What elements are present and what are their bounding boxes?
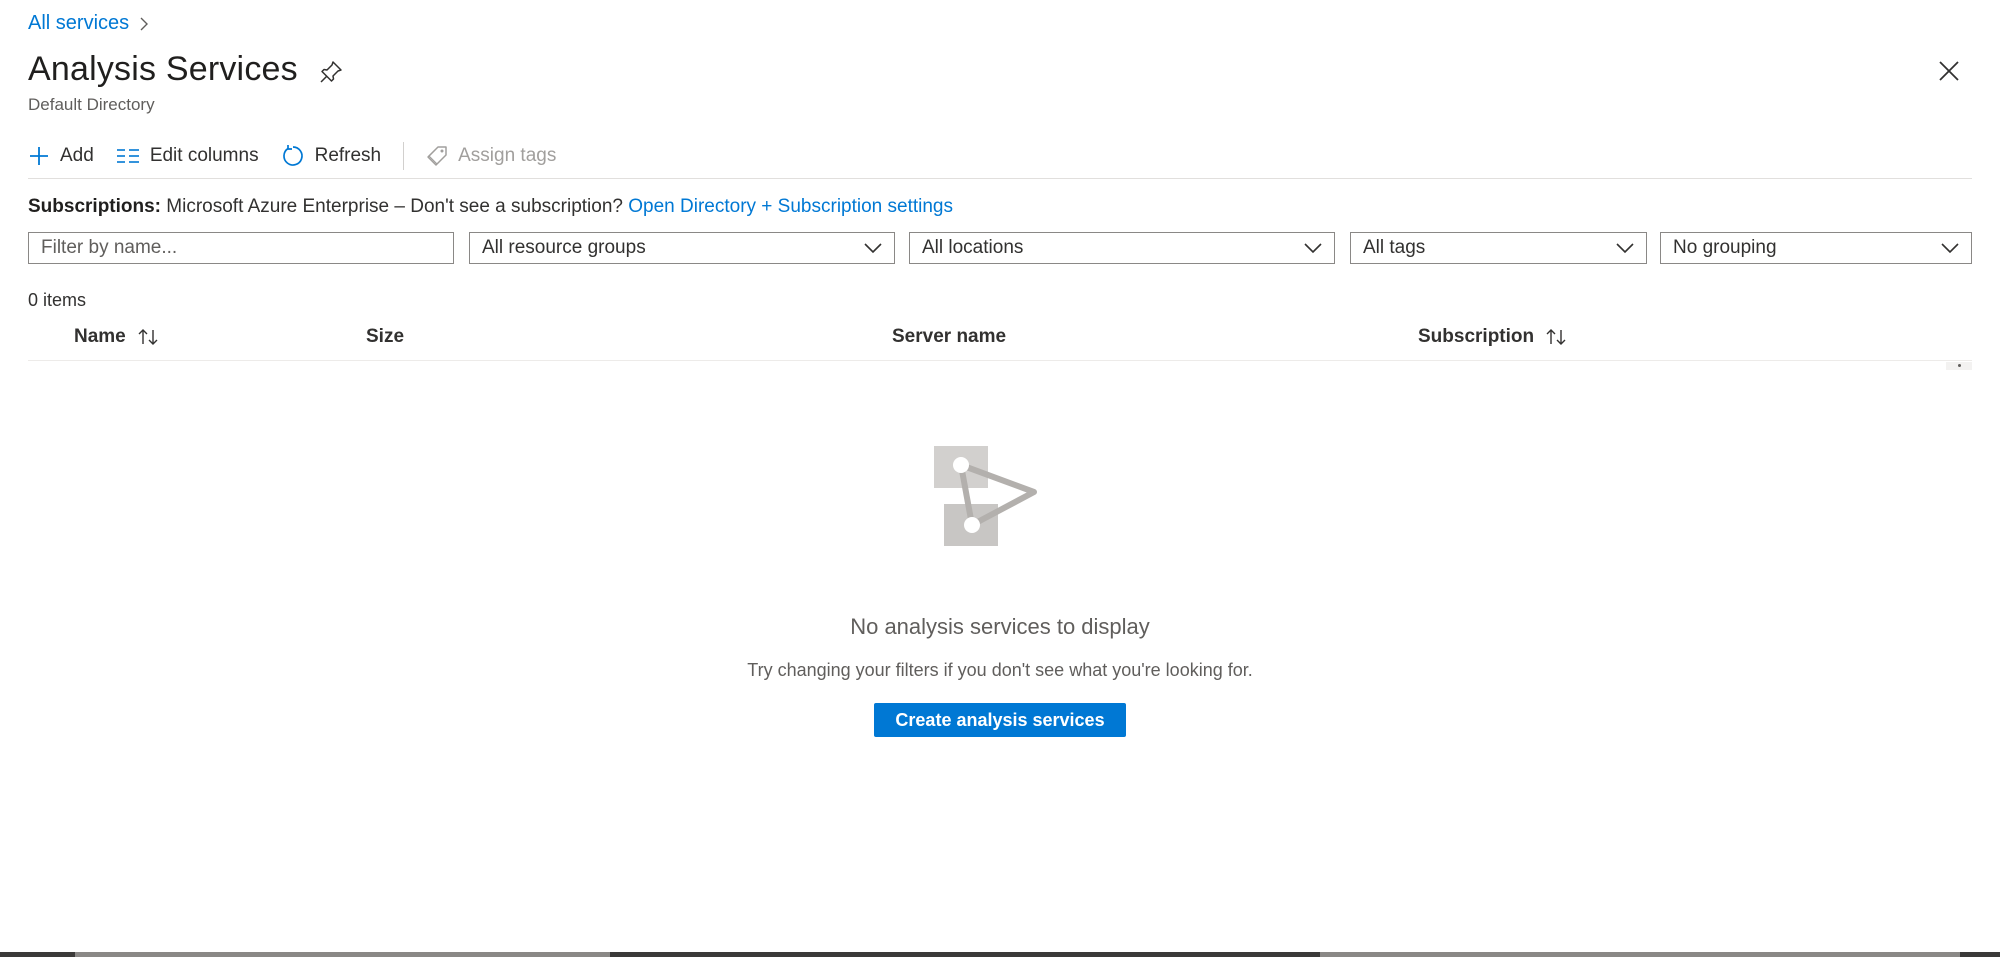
- column-header-server-name-label: Server name: [892, 326, 1007, 347]
- grouping-dropdown[interactable]: No grouping: [1660, 232, 1972, 264]
- edit-columns-button-label: Edit columns: [149, 145, 259, 166]
- add-button[interactable]: Add: [28, 138, 94, 174]
- toolbar-divider-line: [28, 178, 1972, 179]
- filters-bar: Filter by name... All resource groups Al…: [0, 232, 2000, 266]
- chevron-right-icon: [140, 17, 149, 30]
- chevron-down-icon: [864, 243, 882, 254]
- page-subtitle: Default Directory: [28, 95, 155, 114]
- taskbar-segment: [75, 952, 610, 957]
- chevron-down-icon: [1304, 243, 1322, 254]
- chevron-down-icon: [1941, 243, 1959, 254]
- edit-columns-button[interactable]: Edit columns: [116, 138, 259, 174]
- subscriptions-label: Subscriptions:: [28, 196, 162, 217]
- subscriptions-bar: Subscriptions: Microsoft Azure Enterpris…: [28, 196, 953, 218]
- breadcrumb-all-services-link[interactable]: All services: [28, 12, 129, 35]
- resource-groups-dropdown[interactable]: All resource groups: [469, 232, 895, 264]
- locations-dropdown[interactable]: All locations: [909, 232, 1335, 264]
- column-header-size-label: Size: [366, 326, 405, 347]
- pin-icon[interactable]: [318, 59, 344, 85]
- grouping-value: No grouping: [1673, 237, 1777, 258]
- filter-by-name-placeholder: Filter by name...: [41, 237, 178, 258]
- add-button-label: Add: [60, 145, 94, 166]
- analysis-services-empty-icon: [934, 446, 1037, 546]
- tags-value: All tags: [1363, 237, 1426, 258]
- toolbar-divider: [403, 142, 405, 170]
- refresh-icon: [282, 145, 303, 166]
- assign-tags-button-label: Assign tags: [458, 145, 557, 166]
- chevron-down-icon: [1616, 243, 1634, 254]
- sort-icon: [1546, 329, 1566, 345]
- column-header-name-label: Name: [74, 326, 126, 347]
- close-icon[interactable]: [1936, 58, 1962, 84]
- column-header-subscription-label: Subscription: [1418, 326, 1535, 347]
- taskbar-segment: [1320, 952, 1960, 957]
- breadcrumb: All services: [28, 12, 149, 35]
- table-header: Name Size Server name Subscription: [28, 322, 1972, 361]
- command-bar: Add Edit columns Refresh Assign tags: [28, 138, 1972, 174]
- subscriptions-text: Microsoft Azure Enterprise – Don't see a…: [166, 196, 623, 217]
- refresh-button[interactable]: Refresh: [281, 138, 382, 174]
- column-header-server-name[interactable]: Server name: [892, 326, 1006, 348]
- column-header-subscription[interactable]: Subscription: [1418, 326, 1568, 348]
- scrollbar-thumb[interactable]: [1946, 362, 1972, 370]
- create-analysis-services-button[interactable]: Create analysis services: [874, 703, 1126, 737]
- edit-columns-icon: [116, 149, 139, 163]
- page-title: Analysis Services: [28, 50, 298, 88]
- filter-by-name-input[interactable]: Filter by name...: [28, 232, 454, 264]
- locations-value: All locations: [922, 237, 1024, 258]
- empty-state-title: No analysis services to display: [850, 614, 1150, 639]
- analysis-services-blade: All services Analysis Services Default D…: [0, 0, 2000, 957]
- tag-icon: [427, 146, 447, 166]
- taskbar-strip: [0, 952, 2000, 957]
- assign-tags-button[interactable]: Assign tags: [426, 138, 556, 174]
- column-header-size[interactable]: Size: [366, 326, 404, 348]
- empty-state-hint: Try changing your filters if you don't s…: [747, 660, 1253, 680]
- sort-icon: [138, 329, 158, 345]
- column-header-name[interactable]: Name: [74, 326, 160, 348]
- tags-dropdown[interactable]: All tags: [1350, 232, 1647, 264]
- plus-icon: [30, 147, 48, 165]
- resource-groups-value: All resource groups: [482, 237, 646, 258]
- item-count: 0 items: [28, 290, 87, 310]
- refresh-button-label: Refresh: [314, 145, 382, 166]
- subscription-settings-link[interactable]: Open Directory + Subscription settings: [628, 196, 953, 217]
